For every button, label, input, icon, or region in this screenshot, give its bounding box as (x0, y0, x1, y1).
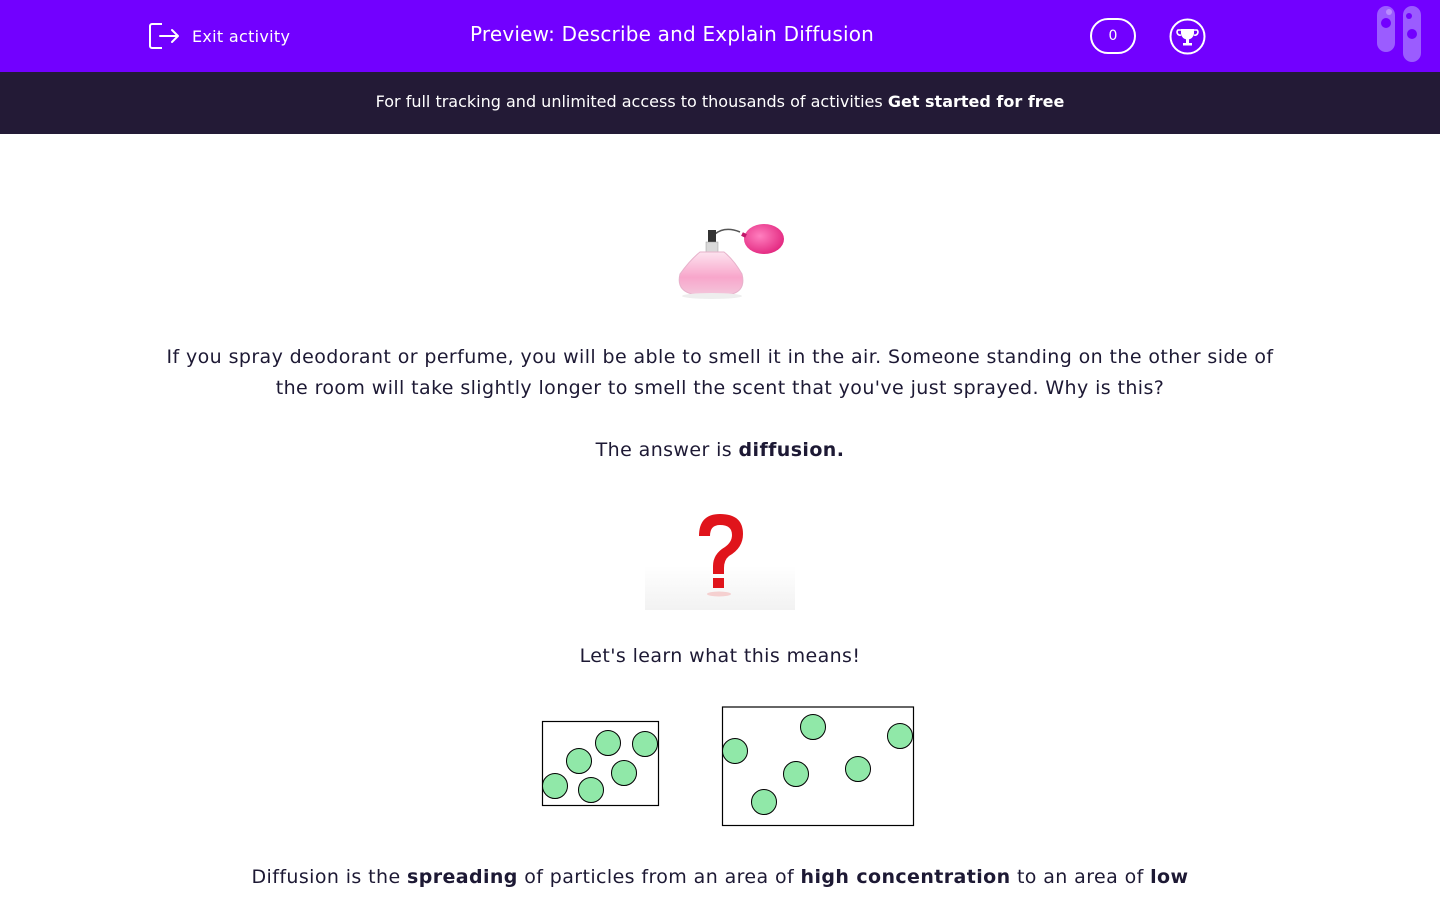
learn-heading: Let's learn what this means! (579, 645, 861, 667)
answer-keyword: diffusion. (738, 439, 845, 461)
perfume-image (678, 224, 784, 299)
definition-part: of particles from an area of (517, 866, 801, 888)
definition-part: Diffusion is the (251, 866, 407, 888)
answer-text: The answer is diffusion. (150, 435, 1290, 466)
definition-text: Diffusion is the spreading of particles … (150, 862, 1290, 893)
page-title: Preview: Describe and Explain Diffusion (469, 22, 875, 46)
logo-icon (1377, 6, 1421, 62)
definition-keyword: high concentration (800, 866, 1011, 888)
get-started-link[interactable]: Get started for free (888, 92, 1065, 111)
question-mark-image (645, 514, 795, 610)
answer-prefix: The answer is (595, 439, 739, 461)
question-text: If you spray deodorant or perfume, you w… (166, 346, 1274, 399)
banner-text: For full tracking and unlimited access t… (375, 92, 888, 111)
lesson-content: If you spray deodorant or perfume, you w… (0, 134, 1440, 900)
top-bar: Exit activity Preview: Describe and Expl… (0, 0, 1440, 72)
diffusion-diagram (541, 706, 915, 827)
trophy-icon[interactable] (1169, 18, 1206, 55)
definition-keyword: low (1150, 866, 1189, 888)
score-counter: 0 (1090, 18, 1136, 54)
definition-keyword: spreading (406, 866, 518, 888)
signup-banner: For full tracking and unlimited access t… (0, 72, 1440, 134)
definition-part: to an area of (1010, 866, 1151, 888)
